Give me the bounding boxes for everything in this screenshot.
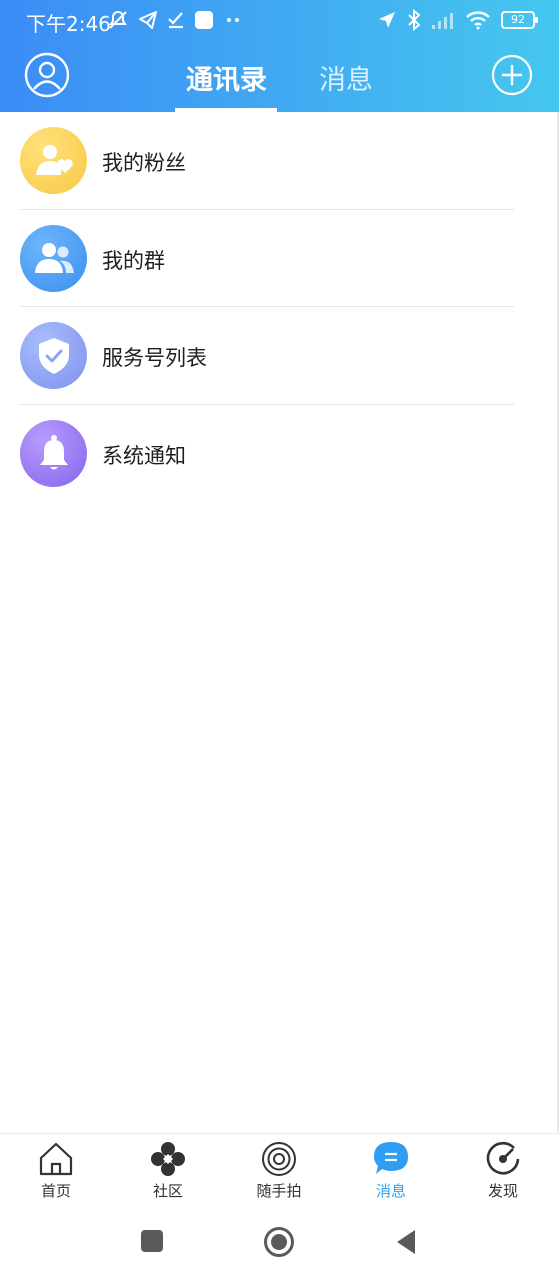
list-item-groups[interactable]: 我的群: [0, 210, 559, 308]
tabbar-snapshot[interactable]: 随手拍: [229, 1140, 329, 1201]
tabbar-label: 消息: [375, 1182, 406, 1200]
telegram-icon: [139, 11, 157, 29]
user-avatar-icon[interactable]: [24, 52, 70, 98]
bottom-tab-bar: 首页 社区 随手拍 消息 发现: [0, 1133, 559, 1205]
recent-apps-icon[interactable]: [140, 1229, 164, 1253]
contacts-list: 我的粉丝 我的群 服务号列表 系统通知: [0, 112, 559, 502]
shield-check-icon: [20, 322, 87, 390]
location-icon: [379, 12, 395, 28]
list-item-label: 我的群: [102, 248, 165, 273]
more-dots-icon: [227, 18, 239, 22]
wifi-icon: [466, 11, 490, 30]
nav-row: 通讯录 消息: [0, 42, 559, 112]
task-done-icon: [168, 12, 183, 29]
signal-icon: [432, 13, 453, 29]
list-item-service-accounts[interactable]: 服务号列表: [0, 307, 559, 405]
snapshot-icon: [262, 1142, 296, 1176]
tabbar-discover[interactable]: 发现: [453, 1140, 553, 1201]
add-icon[interactable]: [491, 54, 533, 96]
tabbar-messages[interactable]: 消息: [341, 1140, 441, 1201]
tab-messages[interactable]: 消息: [319, 58, 373, 97]
tabbar-community[interactable]: 社区: [118, 1140, 218, 1201]
group-icon: [20, 224, 87, 292]
discover-icon: [486, 1141, 520, 1175]
status-icons-right: 92: [377, 7, 538, 33]
status-icons-left: [107, 7, 243, 33]
battery-indicator: 92: [501, 11, 538, 29]
status-time: 下午2:46: [26, 12, 111, 36]
tabbar-label: 社区: [152, 1182, 183, 1200]
home-nav-icon[interactable]: [263, 1226, 295, 1258]
tabbar-label: 随手拍: [256, 1182, 302, 1200]
bluetooth-icon: [408, 9, 421, 31]
tab-contacts[interactable]: 通讯录: [186, 58, 267, 97]
fans-icon: [20, 127, 87, 194]
tabbar-label: 发现: [487, 1182, 518, 1200]
home-icon: [39, 1142, 73, 1176]
community-icon: [151, 1142, 185, 1176]
message-icon: [374, 1142, 408, 1174]
bell-icon: [20, 419, 87, 487]
list-item-system-notice[interactable]: 系统通知: [0, 405, 559, 503]
list-item-label: 系统通知: [102, 443, 186, 468]
tabbar-label: 首页: [40, 1182, 71, 1200]
mute-icon: [109, 10, 127, 29]
app-square-icon: [195, 11, 213, 29]
list-item-label: 服务号列表: [102, 346, 207, 371]
status-bar: 下午2:46 92: [0, 0, 559, 42]
list-item-fans[interactable]: 我的粉丝: [0, 112, 559, 210]
app-header: 下午2:46 92 通讯录 消息: [0, 0, 559, 112]
tabbar-home[interactable]: 首页: [6, 1140, 106, 1201]
list-item-label: 我的粉丝: [102, 151, 186, 175]
back-icon[interactable]: [397, 1230, 415, 1254]
system-nav-bar: [0, 1205, 559, 1280]
